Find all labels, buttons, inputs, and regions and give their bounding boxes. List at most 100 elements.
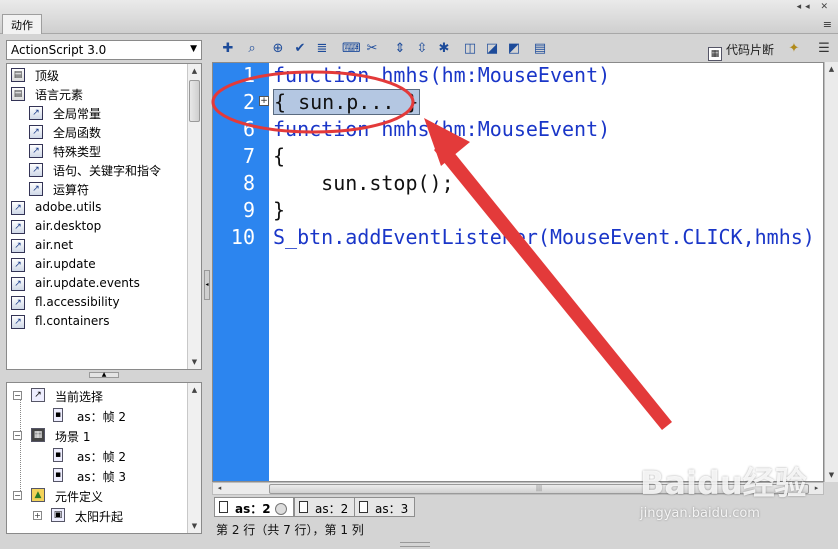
collapse-icon[interactable]: − xyxy=(13,431,22,440)
toolbox-item-label: air.update.events xyxy=(35,276,140,290)
line-number: 1 xyxy=(242,63,255,87)
code-line-text: function hmhs(hm:MouseEvent) xyxy=(273,117,611,141)
find-icon[interactable]: ⌕ xyxy=(244,41,260,57)
baidu-watermark: Baidu经验 jingyan.baidu.com xyxy=(640,458,830,538)
actions-toolbox: ActionScript 3.0 ▼ ↗ fl.containers ↗ fl.acc… xyxy=(4,38,204,536)
scroll-thumb[interactable] xyxy=(189,80,200,122)
pin-icon[interactable] xyxy=(274,503,287,515)
nav-label: as：帧 3 xyxy=(77,470,127,484)
book-icon: ▤ xyxy=(11,87,25,101)
script-icon: ▪ xyxy=(53,468,63,482)
toolbox-tree: ↗ fl.containers ↗ fl.accessibility ↗ air.upda… xyxy=(6,63,202,370)
panel-menu-icon[interactable]: ≡ xyxy=(823,18,832,31)
code-line[interactable]: sun.stop(); xyxy=(273,171,453,195)
code-line[interactable]: { xyxy=(273,144,285,168)
toolbox-item-label: air.net xyxy=(35,238,74,252)
arrow-icon: ↗ xyxy=(11,315,25,329)
help-icon[interactable]: ☰ xyxy=(816,41,832,57)
clapper-icon: ▦ xyxy=(31,428,45,442)
toolbox-item-label: 语句、关键字和指令 xyxy=(53,164,162,178)
code-snippets-button[interactable]: ▦ 代码片断 xyxy=(708,41,774,61)
script-icon xyxy=(299,501,308,513)
language-select[interactable]: ActionScript 3.0 ▼ xyxy=(6,40,202,60)
collapsed-code-block[interactable]: { sun.p... } xyxy=(273,89,420,115)
expand-all-icon[interactable]: ✱ xyxy=(436,41,452,57)
arrow-icon: ↗ xyxy=(11,201,25,215)
toolbox-item-label: 运算符 xyxy=(53,183,90,197)
arrow-icon: ↗ xyxy=(29,106,43,120)
collapse-selection-icon[interactable]: ⇳ xyxy=(414,41,430,57)
scroll-up-icon[interactable]: ▲ xyxy=(825,62,838,76)
tab-script-1[interactable]: as：2 xyxy=(214,497,294,517)
toolbox-scrollbar[interactable]: ▲ ▼ xyxy=(187,64,201,369)
toolbox-item-label: air.update xyxy=(35,257,96,271)
show-toolbox-icon[interactable]: ▤ xyxy=(532,41,548,57)
toolbox-splitter[interactable]: ▲ xyxy=(6,372,202,378)
remove-comment-icon[interactable]: ◩ xyxy=(506,41,522,57)
code-line[interactable]: } xyxy=(273,198,285,222)
tab-label: as：2 xyxy=(235,502,271,516)
code-line-text: } xyxy=(273,198,286,222)
expand-collapsed-code-icon[interactable]: + xyxy=(259,96,269,106)
actions-panel: 动作 ◂◂ ✕ ≡ ActionScript 3.0 ▼ ↗ fl.contain… xyxy=(0,0,838,549)
arrow-icon: ↗ xyxy=(11,220,25,234)
scroll-down-icon[interactable]: ▼ xyxy=(188,519,201,533)
scroll-up-icon[interactable]: ▲ xyxy=(188,64,201,78)
code-hint-icon[interactable]: ⌨ xyxy=(342,41,361,57)
collapse-icon[interactable]: − xyxy=(13,491,22,500)
book-icon: ▤ xyxy=(11,68,25,82)
splitter-grip-icon[interactable]: ▲ xyxy=(89,372,119,378)
auto-format-icon[interactable]: ≣ xyxy=(314,41,330,57)
tab-script-2[interactable]: as：2 xyxy=(294,497,356,517)
tab-script-3[interactable]: as：3 xyxy=(354,497,416,517)
panel-title-tab[interactable]: 动作 xyxy=(2,14,42,34)
code-line[interactable]: function hmhs(hm:MouseEvent) xyxy=(273,63,610,87)
watermark-brand: Baidu经验 xyxy=(640,464,807,502)
toolbox-item-label: 顶级 xyxy=(35,69,60,83)
script-editor[interactable]: 1 2 6 7 8 9 10 + function hmhs(hm:MouseE… xyxy=(212,62,824,482)
scroll-up-icon[interactable]: ▲ xyxy=(188,383,201,397)
check-syntax-icon[interactable]: ✔ xyxy=(292,41,308,57)
language-select-value: ActionScript 3.0 xyxy=(11,43,107,57)
chevron-down-icon: ▼ xyxy=(190,44,197,54)
expand-icon[interactable]: + xyxy=(33,511,42,520)
arrow-icon: ↗ xyxy=(11,239,25,253)
collapse-icon[interactable]: − xyxy=(13,391,22,400)
debug-options-icon[interactable]: ✂ xyxy=(364,41,380,57)
collapse-toolbox-handle[interactable]: ◂ xyxy=(204,270,210,300)
scroll-left-icon[interactable]: ◂ xyxy=(213,483,226,494)
line-number: 9 xyxy=(242,198,255,222)
collapse-between-braces-icon[interactable]: ⇕ xyxy=(392,41,408,57)
arrow-icon: ↗ xyxy=(29,182,43,196)
nav-label: as：帧 2 xyxy=(77,410,127,424)
nav-label: as：帧 2 xyxy=(77,450,127,464)
code-line[interactable]: { sun.p... } xyxy=(273,89,420,115)
script-icon xyxy=(359,501,368,513)
toolbox-item-label: adobe.utils xyxy=(35,200,102,214)
apply-line-comment-icon[interactable]: ◪ xyxy=(484,41,500,57)
arrow-icon: ↗ xyxy=(29,144,43,158)
code-line-text: { xyxy=(273,144,286,168)
toolbox-item-label: 特殊类型 xyxy=(53,145,102,159)
panel-resize-grip[interactable] xyxy=(400,542,430,547)
movieclip-icon: ▣ xyxy=(51,508,65,522)
code-line[interactable]: function hmhs(hm:MouseEvent) xyxy=(273,117,610,141)
tab-label: as：3 xyxy=(375,502,409,516)
scroll-down-icon[interactable]: ▼ xyxy=(188,355,201,369)
toolbox-item-label: 语言元素 xyxy=(35,88,84,102)
target-path-icon[interactable]: ⊕ xyxy=(270,41,286,57)
editor-vertical-scrollbar[interactable]: ▲ ▼ xyxy=(824,62,838,482)
code-line[interactable]: S_btn.addEventListener(MouseEvent.CLICK,… xyxy=(273,225,815,249)
add-item-icon[interactable]: ✚ xyxy=(220,41,236,57)
arrow-icon: ↗ xyxy=(31,388,45,402)
arrow-icon: ↗ xyxy=(11,277,25,291)
nav-label: 元件定义 xyxy=(55,490,104,504)
tab-label: as：2 xyxy=(315,502,349,516)
window-controls[interactable]: ◂◂ ✕ xyxy=(797,2,832,12)
toolbox-item-label: fl.containers xyxy=(35,314,110,328)
navigator-scrollbar[interactable]: ▲ ▼ xyxy=(187,383,201,533)
wand-icon[interactable]: ✦ xyxy=(786,41,802,57)
snippet-icon: ▦ xyxy=(708,47,722,61)
apply-block-comment-icon[interactable]: ◫ xyxy=(462,41,478,57)
line-number: 2 xyxy=(242,90,255,114)
